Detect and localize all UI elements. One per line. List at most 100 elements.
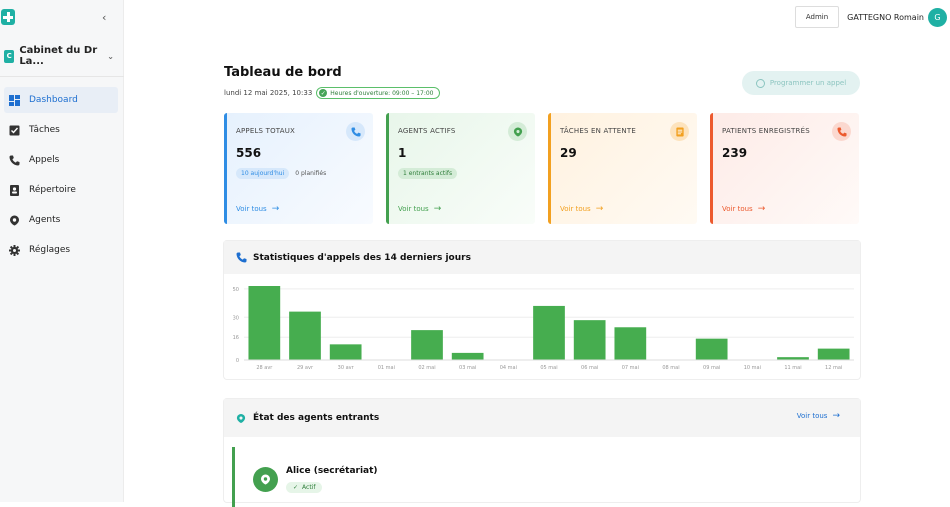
call-stats-panel: Statistiques d'appels des 14 derniers jo… <box>224 241 860 379</box>
arrow-right-icon: → <box>595 204 604 214</box>
chart-bar <box>533 305 565 360</box>
phone-icon <box>832 122 851 141</box>
agent-pin-icon <box>261 474 270 485</box>
arrow-right-icon: → <box>433 204 442 214</box>
card-value: 239 <box>722 146 748 160</box>
chart-bar <box>695 338 728 360</box>
x-tick-label: 03 mai <box>459 365 476 371</box>
chevron-down-icon: ⌄ <box>107 51 114 61</box>
chart-bar <box>817 348 850 360</box>
see-all-label: Voir tous <box>236 205 267 213</box>
current-datetime: lundi 12 mai 2025, 10:33 <box>224 89 313 97</box>
card-pending-tasks: TÂCHES EN ATTENTE 29 Voir tous → <box>548 113 697 224</box>
sidebar-item-label: Appels <box>29 155 60 165</box>
page-subtitle: lundi 12 mai 2025, 10:33 ✓ Heures d'ouve… <box>224 87 440 99</box>
agents-status-header: État des agents entrants <box>224 399 860 437</box>
see-all-label: Voir tous <box>722 205 753 213</box>
active-incoming-pill: 1 entrants actifs <box>398 168 458 179</box>
dashboard-icon <box>9 94 20 106</box>
top-bar: Admin GATTEGNO Romain G <box>794 6 950 28</box>
agent-pin-icon <box>236 413 246 423</box>
x-tick-label: 12 mai <box>825 365 842 371</box>
schedule-call-button[interactable]: Programmer un appel <box>742 71 860 95</box>
cabinet-selector[interactable]: C Cabinet du Dr La... ⌄ <box>4 45 114 67</box>
chart-bar <box>248 286 281 360</box>
sidebar-nav: Dashboard Tâches Appels Répertoire Agent… <box>4 87 118 267</box>
sidebar-item-reglages[interactable]: Réglages <box>4 237 118 263</box>
arrow-right-icon: → <box>832 411 840 421</box>
card-total-calls: APPELS TOTAUX 556 10 aujourd'hui 0 plani… <box>224 113 373 224</box>
see-all-agents-link[interactable]: Voir tous → <box>797 411 840 421</box>
agent-name: Alice (secrétariat) <box>286 466 378 476</box>
chart-bar <box>451 352 484 360</box>
x-tick-label: 10 mai <box>744 365 761 371</box>
sidebar-item-label: Dashboard <box>29 95 78 105</box>
y-tick-label: 16 <box>233 335 239 341</box>
sidebar-item-label: Répertoire <box>29 185 76 195</box>
sidebar-item-appels[interactable]: Appels <box>4 147 118 173</box>
see-all-label: Voir tous <box>796 412 828 420</box>
chart-bar <box>573 320 606 360</box>
sidebar-item-label: Tâches <box>29 125 60 135</box>
x-tick-label: 29 avr <box>297 365 314 371</box>
x-tick-label: 05 mai <box>540 365 557 371</box>
see-all-label: Voir tous <box>560 205 591 213</box>
agent-row[interactable]: Alice (secrétariat) ✓ Actif <box>232 447 852 507</box>
x-tick-label: 07 mai <box>622 365 639 371</box>
phone-icon <box>236 252 247 263</box>
call-stats-header: Statistiques d'appels des 14 derniers jo… <box>224 241 860 274</box>
agent-status-badge: ✓ Actif <box>286 482 323 493</box>
collapse-sidebar-icon[interactable]: ‹ <box>102 11 106 24</box>
chart-bar <box>329 344 362 360</box>
task-check-icon <box>9 125 20 136</box>
divider <box>0 76 124 77</box>
clipboard-icon <box>670 122 689 141</box>
arrow-right-icon: → <box>271 204 280 214</box>
today-pill: 10 aujourd'hui <box>236 168 290 179</box>
card-sub: 1 entrants actifs <box>398 168 458 179</box>
card-registered-patients: PATIENTS ENREGISTRÉS 239 Voir tous → <box>710 113 859 224</box>
card-value: 29 <box>560 146 577 160</box>
app-logo[interactable] <box>1 9 15 25</box>
planned-count: 0 planifiés <box>295 170 327 177</box>
schedule-call-label: Programmer un appel <box>769 79 847 87</box>
card-active-agents: AGENTS ACTIFS 1 1 entrants actifs Voir t… <box>386 113 535 224</box>
sidebar-item-taches[interactable]: Tâches <box>4 117 118 143</box>
chart-bar <box>614 327 647 360</box>
agent-status-label: Actif <box>302 484 316 491</box>
x-tick-label: 11 mai <box>784 365 801 371</box>
see-all-label: Voir tous <box>398 205 429 213</box>
card-label: TÂCHES EN ATTENTE <box>560 127 636 135</box>
x-tick-label: 30 avr <box>338 365 355 371</box>
agent-pin-icon <box>9 215 20 226</box>
see-all-link[interactable]: Voir tous → <box>560 204 603 214</box>
arrow-right-icon: → <box>757 204 766 214</box>
sidebar-item-agents[interactable]: Agents <box>4 207 118 233</box>
chart-bar <box>411 330 443 360</box>
x-tick-label: 06 mai <box>581 365 598 371</box>
see-all-link[interactable]: Voir tous → <box>236 204 279 214</box>
gear-icon <box>9 244 20 256</box>
cabinet-badge: C <box>4 49 15 63</box>
agent-pin-icon <box>508 122 527 141</box>
card-label: AGENTS ACTIFS <box>398 127 456 135</box>
sidebar: ‹ C Cabinet du Dr La... ⌄ Dashboard Tâch… <box>0 0 124 502</box>
y-tick-label: 30 <box>233 315 239 321</box>
sidebar-item-repertoire[interactable]: Répertoire <box>4 177 118 203</box>
see-all-link[interactable]: Voir tous → <box>398 204 441 214</box>
phone-icon <box>346 122 365 141</box>
y-tick-label: 0 <box>236 358 239 364</box>
avatar[interactable]: G <box>928 7 947 27</box>
card-sub: 10 aujourd'hui 0 planifiés <box>236 168 326 179</box>
call-stats-title: Statistiques d'appels des 14 derniers jo… <box>253 252 471 263</box>
admin-button[interactable]: Admin <box>794 6 840 28</box>
user-name[interactable]: GATTEGNO Romain <box>847 13 924 22</box>
y-tick-label: 50 <box>233 287 239 293</box>
sidebar-item-label: Agents <box>29 215 61 225</box>
see-all-link[interactable]: Voir tous → <box>722 204 765 214</box>
x-tick-label: 04 mai <box>500 365 517 371</box>
agents-status-panel: État des agents entrants Voir tous → Alic… <box>224 399 860 507</box>
sidebar-item-dashboard[interactable]: Dashboard <box>4 87 118 113</box>
card-label: APPELS TOTAUX <box>236 127 296 135</box>
card-value: 1 <box>398 146 407 160</box>
